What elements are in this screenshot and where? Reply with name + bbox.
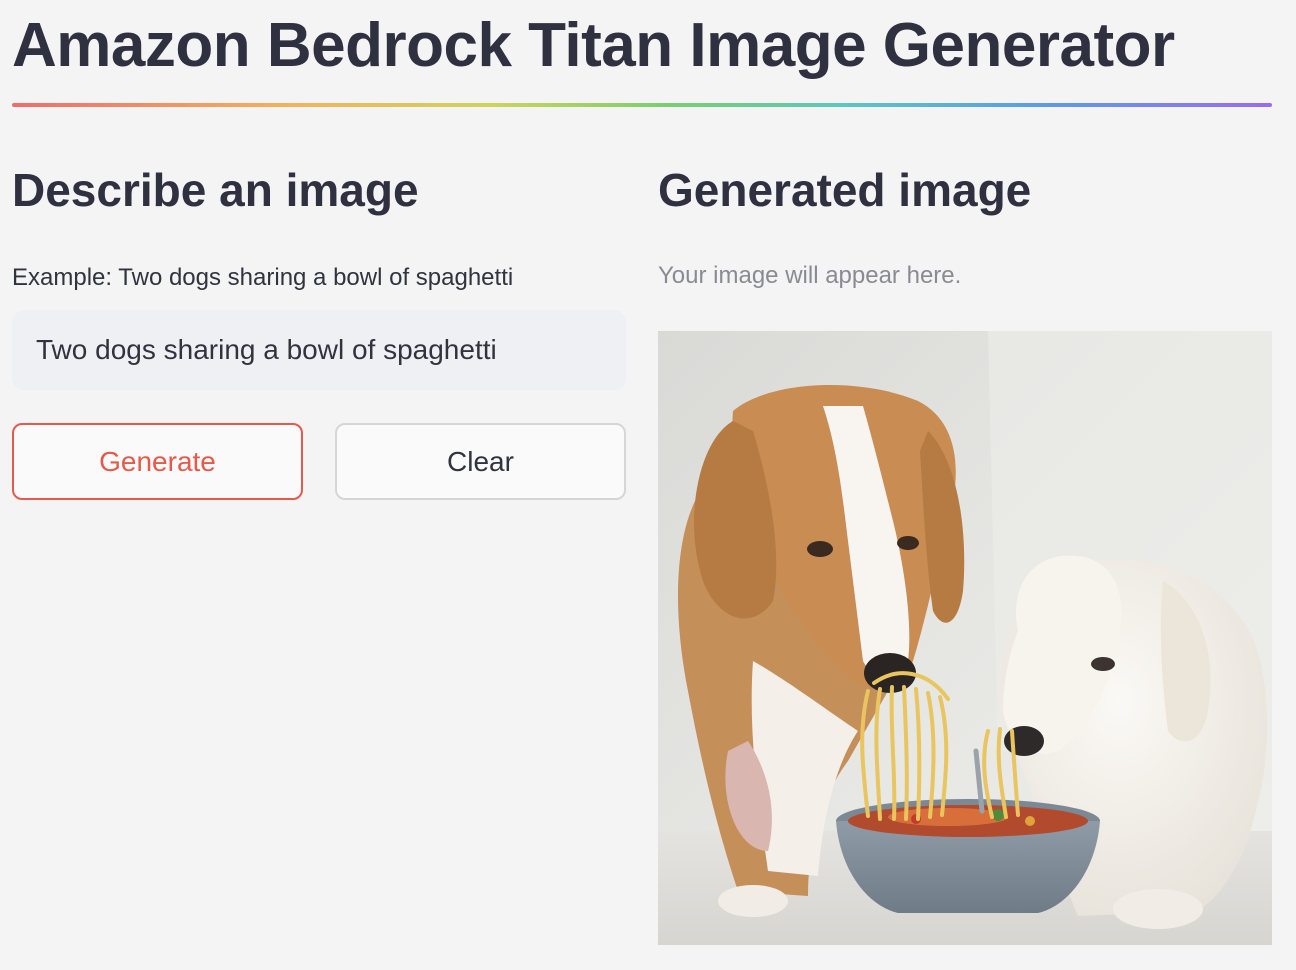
prompt-input[interactable] — [12, 310, 626, 390]
generated-heading: Generated image — [658, 164, 1032, 216]
generated-image — [658, 331, 1272, 945]
output-panel: Generated image Your image will appear h… — [658, 150, 1272, 945]
describe-heading: Describe an image — [12, 164, 419, 216]
page-title: Amazon Bedrock Titan Image Generator — [12, 11, 1175, 80]
title-divider — [12, 103, 1272, 107]
generate-button[interactable]: Generate — [12, 423, 303, 500]
prompt-label: Example: Two dogs sharing a bowl of spag… — [12, 264, 514, 291]
image-placeholder-text: Your image will appear here. — [658, 262, 962, 289]
describe-panel: Describe an image Example: Two dogs shar… — [12, 150, 626, 500]
clear-button[interactable]: Clear — [335, 423, 626, 500]
